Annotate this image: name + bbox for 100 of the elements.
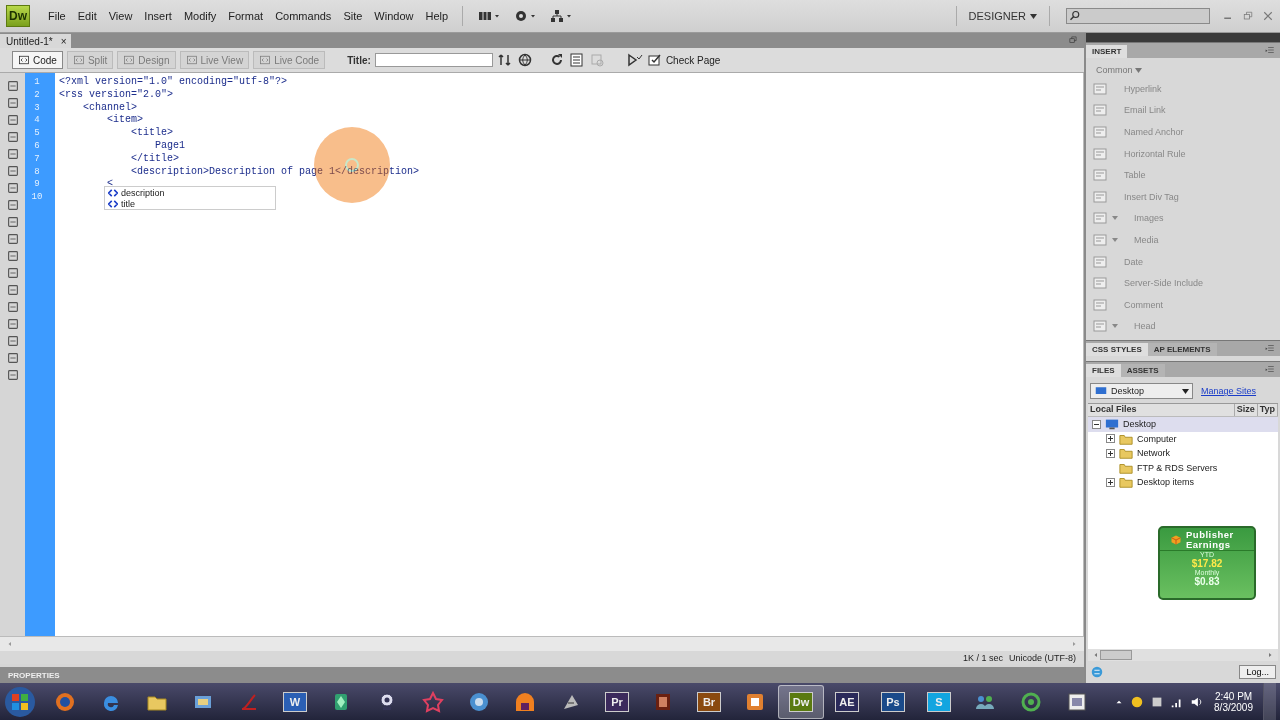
menu-item[interactable]: Modify xyxy=(177,8,223,24)
collapse-icon[interactable] xyxy=(1092,419,1101,429)
menu-item[interactable]: File xyxy=(42,8,72,24)
hint-item[interactable]: title xyxy=(121,198,135,209)
caret-icon[interactable] xyxy=(1182,388,1189,394)
tray-app-icon[interactable] xyxy=(1130,694,1145,709)
expand-icon[interactable] xyxy=(1106,434,1115,444)
check-page-icon xyxy=(646,52,663,68)
desktop-icon xyxy=(1094,385,1108,397)
column-header[interactable]: Size xyxy=(1234,404,1258,416)
line-number: 8 xyxy=(33,165,41,179)
menu-item[interactable]: Insert xyxy=(138,8,178,24)
panel-tab[interactable]: ASSETS xyxy=(1120,364,1165,377)
column-header[interactable]: Local Files xyxy=(1088,404,1235,416)
code-line: <rss version="2.0"> xyxy=(59,88,174,100)
expand-icon[interactable] xyxy=(1106,477,1115,487)
scrollbar-thumb[interactable] xyxy=(1100,650,1132,660)
line-number: 1 xyxy=(33,76,41,89)
start-button[interactable] xyxy=(4,685,36,718)
app-logo: S xyxy=(927,691,951,712)
line-number: 3 xyxy=(33,101,41,115)
menu-item[interactable]: Help xyxy=(419,8,455,24)
code-line: <title> xyxy=(130,127,174,139)
desktop-icon xyxy=(1104,417,1120,432)
menu-item[interactable]: Commands xyxy=(269,8,338,24)
document-tab[interactable]: Untitled-1* × xyxy=(0,34,71,48)
file-transfer-icon[interactable] xyxy=(496,52,513,68)
app-logo: Dw xyxy=(789,691,813,712)
view-button[interactable]: Code xyxy=(12,51,63,69)
log-button[interactable]: Log... xyxy=(1239,665,1276,679)
app-icon xyxy=(422,690,444,713)
scroll-left-icon[interactable] xyxy=(1092,651,1100,659)
tag-icon xyxy=(108,187,118,198)
view-icon xyxy=(72,54,85,66)
file-tree-item[interactable]: Network xyxy=(1137,448,1170,459)
app-logo: Dw xyxy=(6,5,30,27)
menu-item[interactable]: View xyxy=(102,8,139,24)
app-icon xyxy=(514,690,536,713)
panel-tab[interactable]: AP ELEMENTS xyxy=(1147,343,1217,356)
search-field[interactable] xyxy=(1066,8,1210,24)
line-number: 7 xyxy=(33,152,41,166)
taskbar-button[interactable]: Pr xyxy=(594,684,640,719)
scroll-right-icon[interactable] xyxy=(1266,651,1274,659)
folder-icon xyxy=(1118,475,1134,490)
menu-item[interactable]: Edit xyxy=(71,8,103,24)
close-icon[interactable] xyxy=(1262,10,1274,22)
code-line: <item> xyxy=(106,114,143,126)
line-number: 6 xyxy=(33,140,41,153)
caret-icon[interactable] xyxy=(1030,13,1037,19)
cube-icon xyxy=(1170,534,1182,546)
clock-date[interactable]: 8/3/2009 xyxy=(1214,701,1253,713)
line-number: 5 xyxy=(33,127,41,140)
title-label: Title: xyxy=(347,54,371,66)
panel-tab[interactable]: CSS STYLES xyxy=(1086,343,1148,356)
gadget-title: Publisher Earnings xyxy=(1186,530,1235,550)
gadget-value: $0.83 xyxy=(1194,576,1220,587)
taskbar-button[interactable]: AE xyxy=(824,684,870,719)
file-tree-item[interactable]: Desktop xyxy=(1123,419,1157,430)
panel-tab[interactable]: FILES xyxy=(1086,364,1121,377)
site-icon[interactable] xyxy=(549,8,566,24)
taskbar-button[interactable]: Ps xyxy=(870,684,916,719)
panel-title: PROPERTIES xyxy=(8,670,60,680)
clock-time[interactable]: 2:40 PM xyxy=(1214,690,1253,702)
app-logo: Br xyxy=(697,691,721,712)
manage-sites-link[interactable]: Manage Sites xyxy=(1201,386,1257,396)
code-line: Page1 xyxy=(154,140,186,151)
line-number: 2 xyxy=(33,88,41,102)
code-hint-popup[interactable]: description title xyxy=(104,186,276,210)
file-size-status: 1K / 1 sec xyxy=(962,652,1003,663)
taskbar-button[interactable]: W xyxy=(272,684,318,719)
panel-tab[interactable]: INSERT xyxy=(1086,45,1128,58)
taskbar-button[interactable]: Dw xyxy=(778,684,824,719)
file-tree-item[interactable]: FTP & RDS Servers xyxy=(1137,462,1218,473)
column-header[interactable]: Typ xyxy=(1257,404,1278,416)
app-logo: AE xyxy=(835,691,859,712)
expand-icon[interactable] xyxy=(1106,448,1115,458)
site-dropdown[interactable]: Desktop xyxy=(1090,383,1193,399)
view-icon xyxy=(259,54,272,66)
validate-icon[interactable] xyxy=(626,52,643,68)
code-line: <description>Description of page 1</description> xyxy=(130,165,420,177)
view-icon xyxy=(185,54,198,66)
menu-item[interactable]: Window xyxy=(368,8,420,24)
close-tab-button[interactable]: × xyxy=(60,35,67,47)
menu-item[interactable]: Format xyxy=(222,8,270,24)
title-field[interactable] xyxy=(374,53,493,67)
code-line: </title> xyxy=(130,152,180,164)
workspace-switcher[interactable]: DESIGNER xyxy=(968,10,1026,22)
globe-icon[interactable] xyxy=(516,52,533,68)
check-page-button[interactable]: Check Page xyxy=(646,52,721,68)
view-icon xyxy=(123,54,136,66)
menu-item[interactable]: Site xyxy=(337,8,369,24)
tag-icon xyxy=(108,198,118,209)
file-tree-item[interactable]: Computer xyxy=(1137,433,1177,444)
view-options-icon[interactable] xyxy=(568,52,585,68)
taskbar-button[interactable]: Br xyxy=(686,684,732,719)
code-line: <?xml version="1.0" encoding="utf-8"?> xyxy=(59,76,288,87)
search-icon xyxy=(1069,10,1081,22)
line-number: 4 xyxy=(33,114,41,128)
file-tree-item[interactable]: Desktop items xyxy=(1137,477,1195,488)
hint-item[interactable]: description xyxy=(121,187,165,198)
